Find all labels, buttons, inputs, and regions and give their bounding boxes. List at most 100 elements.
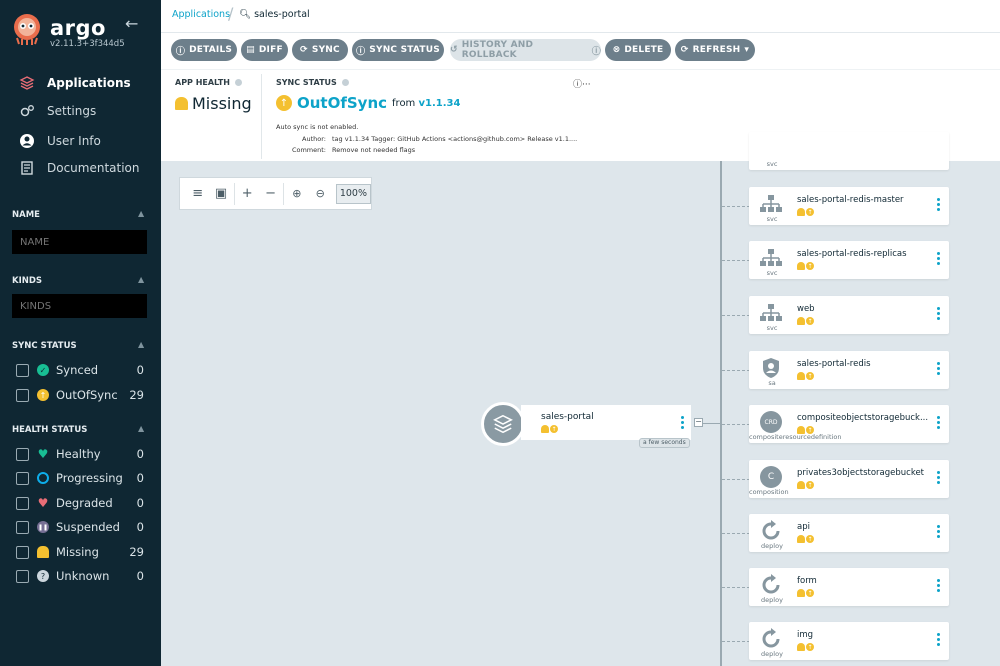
file-icon: ▤ — [246, 45, 255, 55]
checkbox[interactable] — [16, 520, 29, 534]
collapse-node-icon[interactable]: − — [694, 418, 703, 427]
filter-degraded[interactable]: ♥ Degraded 0 — [16, 495, 144, 511]
breadcrumb-current[interactable]: 🔍︎ sales-portal — [239, 9, 310, 20]
more-options-icon[interactable] — [681, 416, 685, 431]
checkbox[interactable] — [16, 447, 29, 461]
ghost-icon — [797, 643, 805, 651]
crd-glyph: CRD — [760, 411, 782, 433]
nav-documentation[interactable]: Documentation — [0, 155, 161, 181]
fit-to-screen-icon[interactable]: ▣ — [209, 183, 232, 205]
ghost-icon — [175, 97, 188, 110]
collapse-caret-icon[interactable]: ▲ — [138, 340, 144, 349]
filter-kinds-title: KINDS — [12, 276, 43, 286]
filter-suspended[interactable]: ❚❚ Suspended 0 — [16, 519, 144, 535]
zoom-out-icon[interactable]: ⊖ — [309, 183, 332, 205]
filter-healthy[interactable]: ♥ Healthy 0 — [16, 446, 144, 462]
resource-node[interactable]: svc sales-portal-redis-replicas ↑ — [749, 241, 949, 279]
diff-button[interactable]: ▤ DIFF — [241, 39, 288, 61]
checkbox[interactable] — [16, 471, 29, 485]
heart-icon: ♥ — [37, 447, 49, 461]
app-health-value: Missing — [175, 94, 252, 113]
resource-node[interactable]: svc sales-portal-redis-master ↑ — [749, 187, 949, 225]
button-label: DELETE — [624, 45, 664, 55]
more-options-icon[interactable] — [937, 307, 941, 322]
list-view-icon[interactable]: ≡ — [186, 183, 209, 205]
breadcrumb-applications[interactable]: Applications — [172, 9, 230, 20]
filter-unknown[interactable]: ? Unknown 0 — [16, 568, 144, 584]
resource-node[interactable]: svc web ↑ — [749, 296, 949, 334]
resource-node[interactable]: CRD compositeresourcedefinition composit… — [749, 405, 949, 443]
argo-octopus-logo[interactable] — [10, 12, 44, 46]
history-and-rollback-button[interactable]: ↺ HISTORY AND ROLLBACK ⓘ — [450, 39, 601, 61]
service-icon — [758, 193, 784, 215]
filter-outofsync[interactable]: ↑ OutOfSync 29 — [16, 387, 144, 403]
tree-connector-line — [722, 587, 750, 588]
collapse-all-icon[interactable]: − — [259, 183, 282, 205]
version-label: v2.11.3+3f344d5 — [50, 39, 125, 49]
refresh-button[interactable]: ⟳ REFRESH ▾ — [675, 39, 755, 61]
more-options-icon[interactable] — [937, 471, 941, 486]
collapse-caret-icon[interactable]: ▲ — [138, 209, 144, 218]
resource-node[interactable]: deploy api ↑ — [749, 514, 949, 552]
filter-progressing[interactable]: Progressing 0 — [16, 470, 144, 486]
details-button[interactable]: ⓘ DETAILS — [171, 39, 237, 61]
checkbox[interactable] — [16, 545, 29, 559]
resource-node[interactable]: sa sales-portal-redis ↑ — [749, 351, 949, 389]
filter-missing[interactable]: Missing 29 — [16, 544, 144, 560]
root-node-card[interactable]: sales-portal ↑ — [521, 405, 691, 440]
filter-count: 0 — [136, 447, 144, 461]
more-options-icon[interactable] — [937, 633, 941, 648]
question-icon[interactable] — [234, 79, 242, 86]
nav-settings[interactable]: Settings — [0, 98, 161, 124]
collapse-caret-icon[interactable]: ▲ — [138, 424, 144, 433]
node-status-badges: ↑ — [797, 372, 814, 380]
breadcrumb-current-label: sales-portal — [254, 9, 310, 20]
zoom-level[interactable]: 100% — [335, 183, 372, 204]
checkbox[interactable] — [16, 569, 29, 583]
node-kind: deploy — [761, 596, 783, 604]
arrow-up-circle-icon: ↑ — [276, 95, 292, 111]
more-options-icon[interactable] — [937, 362, 941, 377]
node-name: api — [797, 522, 810, 532]
tree-connector-line — [722, 370, 750, 371]
collapse-caret-icon[interactable]: ▲ — [138, 275, 144, 284]
resource-node[interactable]: svc — [749, 132, 949, 170]
more-options-icon[interactable] — [937, 198, 941, 213]
collapse-sidebar-icon[interactable]: ← — [125, 14, 138, 33]
filter-count: 29 — [129, 545, 144, 559]
sync-button[interactable]: ⟳ SYNC — [292, 39, 348, 61]
checkbox[interactable] — [16, 388, 29, 402]
more-options-icon[interactable] — [937, 416, 941, 431]
sync-status-button[interactable]: ⓘ SYNC STATUS — [352, 39, 444, 61]
checkbox[interactable] — [16, 496, 29, 510]
revision-link[interactable]: v1.1.34 — [419, 98, 461, 109]
expand-all-icon[interactable]: + — [236, 183, 259, 205]
author-row: Author: tag v1.1.34 Tagger: GitHub Action… — [276, 135, 577, 143]
composition-icon: C — [758, 466, 784, 488]
name-filter-input[interactable] — [12, 230, 147, 254]
more-info-icon[interactable]: ⓘ··· — [573, 77, 591, 90]
filter-label: Missing — [56, 545, 99, 559]
resource-node[interactable]: deploy img ↑ — [749, 622, 949, 660]
resource-node[interactable]: deploy form ↑ — [749, 568, 949, 606]
resource-node[interactable]: C composition privates3objectstoragebuck… — [749, 460, 949, 498]
nav-user-info[interactable]: User Info — [0, 128, 161, 154]
checkbox[interactable] — [16, 363, 29, 377]
more-options-icon[interactable] — [937, 525, 941, 540]
filter-synced[interactable]: ✓ Synced 0 — [16, 362, 144, 378]
question-icon[interactable] — [341, 79, 349, 86]
zoom-in-icon[interactable]: ⊕ — [285, 183, 308, 205]
divider — [261, 74, 262, 159]
button-label: SYNC — [311, 45, 340, 55]
root-application-node[interactable]: sales-portal ↑ a few seconds − — [481, 402, 703, 448]
more-options-icon[interactable] — [937, 252, 941, 267]
auto-sync-note: Auto sync is not enabled. — [276, 123, 359, 131]
arrow-up-circle-icon: ↑ — [550, 425, 558, 433]
filter-label: Progressing — [56, 471, 123, 485]
delete-button[interactable]: ⊗ DELETE — [605, 39, 671, 61]
kinds-filter-input[interactable] — [12, 294, 147, 318]
nav-applications[interactable]: Applications — [0, 70, 161, 96]
sidebar: argo v2.11.3+3f344d5 ← Applications Sett… — [0, 0, 161, 666]
deployment-icon — [758, 574, 784, 596]
more-options-icon[interactable] — [937, 579, 941, 594]
